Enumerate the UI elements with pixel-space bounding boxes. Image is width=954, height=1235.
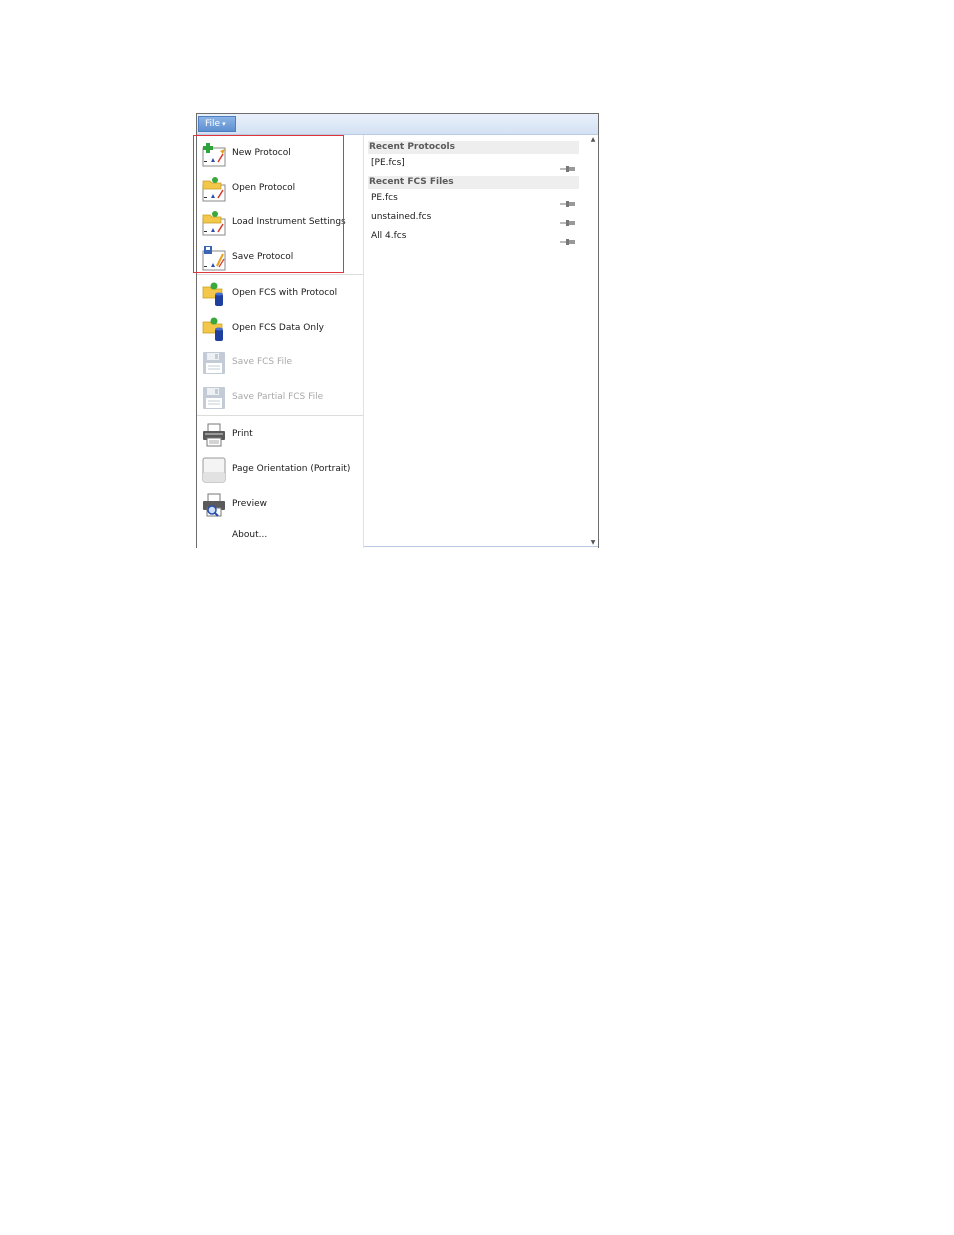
print-preview-icon <box>201 492 227 518</box>
pane-bottom-border <box>364 546 598 547</box>
load-settings-icon <box>201 210 227 236</box>
menu-item-label: Save FCS File <box>232 357 293 367</box>
about-item[interactable]: About... <box>197 520 361 552</box>
file-menu-label: File <box>205 119 221 129</box>
recent-fcs-file-label: PE.fcs <box>371 193 398 203</box>
file-menu-commands: New Protocol Open Protocol Load Instrume… <box>197 135 363 548</box>
page-orientation-item[interactable]: Page Orientation (Portrait) <box>197 454 361 486</box>
open-fcs-data-icon <box>201 316 227 342</box>
scrollbar[interactable]: ▲ ▼ <box>588 135 598 548</box>
menu-separator <box>197 415 363 416</box>
menu-item-label: About... <box>232 530 268 540</box>
load-instrument-settings-item[interactable]: Load Instrument Settings <box>197 207 361 239</box>
save-fcs-file-item[interactable]: Save FCS File <box>197 347 361 379</box>
recent-fcs-file-label: unstained.fcs <box>371 212 432 222</box>
save-partial-fcs-file-item[interactable]: Save Partial FCS File <box>197 382 361 414</box>
pin-icon[interactable] <box>560 213 576 226</box>
file-menu-button[interactable]: File ▾ <box>198 116 236 132</box>
open-protocol-icon <box>201 176 227 202</box>
recent-protocol-label: [PE.fcs] <box>371 158 405 168</box>
menu-item-label: Page Orientation (Portrait) <box>232 464 351 474</box>
menu-item-label: Save Partial FCS File <box>232 392 324 402</box>
floppy-icon <box>201 385 227 411</box>
open-fcs-data-only-item[interactable]: Open FCS Data Only <box>197 313 361 345</box>
menu-item-label: Open FCS Data Only <box>232 323 324 333</box>
menu-item-label: Open FCS with Protocol <box>232 288 338 298</box>
pin-icon[interactable] <box>560 194 576 207</box>
recent-fcs-file-item[interactable]: PE.fcs <box>368 191 578 207</box>
menu-item-label: Print <box>232 429 253 439</box>
recent-protocols-header: Recent Protocols <box>368 141 579 154</box>
printer-icon <box>201 422 227 448</box>
menu-item-label: Open Protocol <box>232 183 296 193</box>
recent-files-pane: Recent Protocols [PE.fcs] Recent FCS Fil… <box>364 135 598 548</box>
open-fcs-protocol-icon <box>201 281 227 307</box>
save-protocol-item[interactable]: Save Protocol <box>197 242 361 274</box>
page-orientation-icon <box>201 457 227 483</box>
pin-icon[interactable] <box>560 159 576 172</box>
recent-fcs-file-item[interactable]: unstained.fcs <box>368 210 578 226</box>
menu-item-label: Save Protocol <box>232 252 294 262</box>
new-protocol-icon <box>201 141 227 167</box>
recent-fcs-file-label: All 4.fcs <box>371 231 407 241</box>
floppy-icon <box>201 350 227 376</box>
file-menu-window: File ▾ New Protocol Open Protocol Load I… <box>196 113 599 548</box>
pin-icon[interactable] <box>560 232 576 245</box>
recent-fcs-file-item[interactable]: All 4.fcs <box>368 229 578 245</box>
new-protocol-item[interactable]: New Protocol <box>197 138 361 170</box>
open-protocol-item[interactable]: Open Protocol <box>197 173 361 205</box>
save-protocol-icon <box>201 245 227 271</box>
preview-item[interactable]: Preview <box>197 489 361 521</box>
menu-bar: File ▾ <box>197 114 598 135</box>
scroll-up-arrow-icon[interactable]: ▲ <box>588 135 598 145</box>
print-item[interactable]: Print <box>197 419 361 451</box>
recent-protocol-item[interactable]: [PE.fcs] <box>368 156 578 172</box>
open-fcs-with-protocol-item[interactable]: Open FCS with Protocol <box>197 278 361 310</box>
menu-item-label: Load Instrument Settings <box>232 217 346 227</box>
chevron-down-icon: ▾ <box>222 120 226 128</box>
menu-item-label: New Protocol <box>232 148 291 158</box>
menu-separator <box>197 274 363 275</box>
menu-item-label: Preview <box>232 499 268 509</box>
recent-fcs-files-header: Recent FCS Files <box>368 176 579 189</box>
